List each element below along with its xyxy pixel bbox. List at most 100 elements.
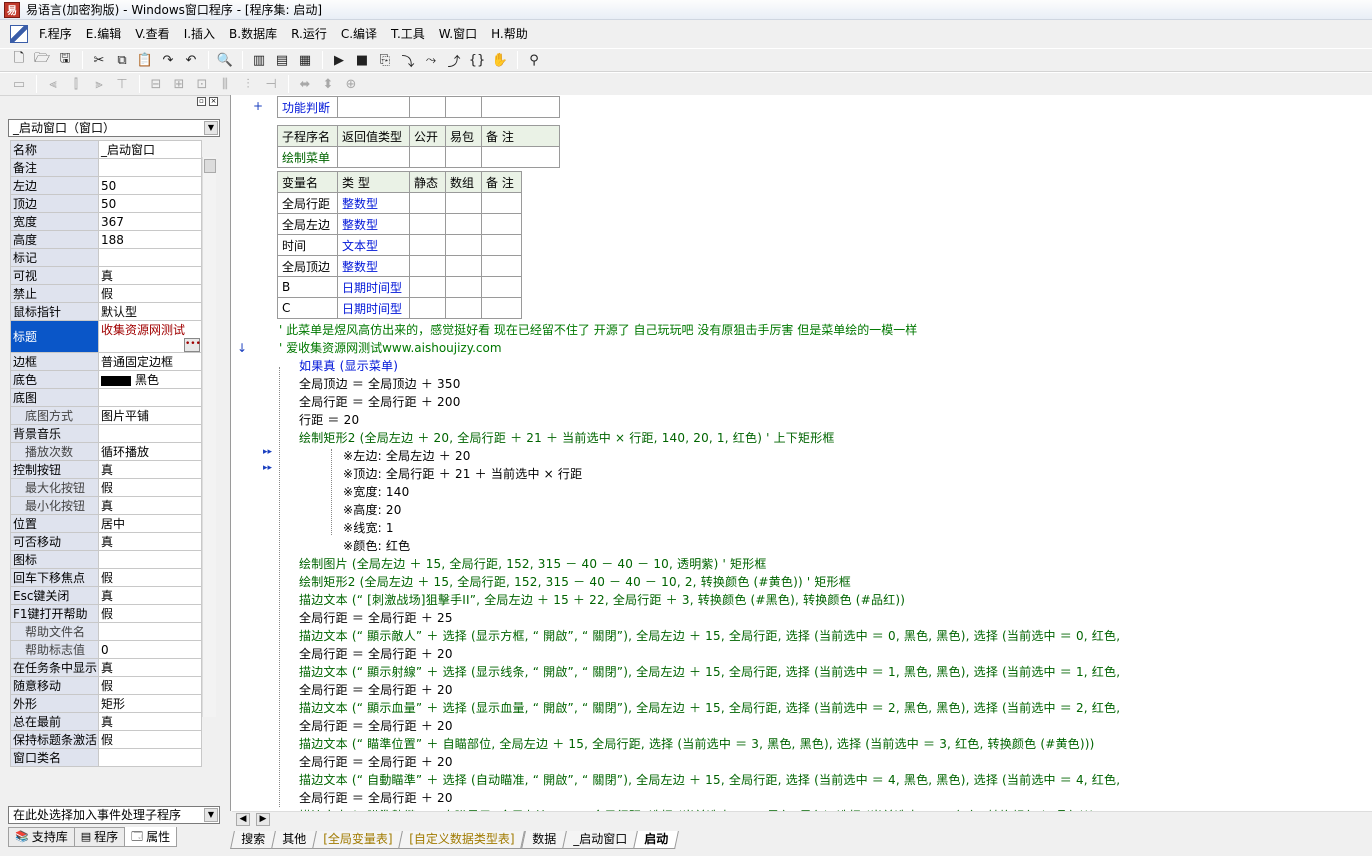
property-row[interactable]: 边框 普通固定边框 [10,352,203,371]
property-name[interactable]: 底图方式 [10,406,99,425]
table-cell[interactable] [481,255,522,277]
property-row[interactable]: 鼠标指针 默认型 [10,302,203,321]
property-value[interactable] [97,748,203,767]
property-value[interactable]: 普通固定边框 [97,352,203,371]
property-value[interactable]: 真 [97,658,203,677]
table-cell[interactable] [481,146,560,168]
property-name[interactable]: 位置 [10,514,99,533]
ellipsis-button[interactable]: ••• [184,338,200,352]
table-cell[interactable] [445,234,482,256]
scroll-right-icon[interactable]: ▶ [256,813,270,826]
table-cell[interactable] [409,234,446,256]
property-row[interactable]: 控制按钮真 [10,460,203,479]
undo-icon[interactable]: ↶ [180,50,202,70]
table-cell[interactable] [481,234,522,256]
property-row[interactable]: 宽度 367 [10,212,203,231]
align-grid-icon[interactable]: ▭ [8,74,30,94]
property-name[interactable]: 总在最前 [10,712,99,731]
code-line[interactable]: 描边文本 (“ 瞄準位置” ＋ 自瞄部位, 全局左边 ＋ 15, 全局行距, 选… [299,735,1095,752]
property-name[interactable]: 顶边 [10,194,99,213]
property-name[interactable]: 外形 [10,694,99,713]
close-icon[interactable]: × [209,97,218,106]
align-top-icon[interactable]: ⊤ [111,74,133,94]
property-value[interactable] [97,622,203,641]
table-cell[interactable] [445,276,482,298]
step-out-icon[interactable]: ⤴ [443,50,465,70]
property-value[interactable]: 真 [97,266,203,285]
space-horizontal-icon[interactable]: ⫼ [214,74,236,94]
redo-icon[interactable]: ↷ [157,50,179,70]
code-line[interactable]: 描边文本 (“ 顯示射線” ＋ 选择 (显示线条, “ 開啟”, “ 關閉”),… [299,663,1120,680]
property-row[interactable]: 高度 188 [10,230,203,249]
open-folder-icon[interactable]: 🗁 [31,50,53,70]
binoculars-icon[interactable]: ⚲ [523,50,545,70]
menu-run[interactable]: R.运行 [284,23,334,45]
center-in-window-h-icon[interactable]: ⬌ [294,74,316,94]
table-cell[interactable] [445,213,482,235]
tab-properties[interactable]: 🗔 属性 [124,827,178,847]
event-select[interactable]: 在此处选择加入事件处理子程序 ▼ [8,806,220,824]
property-row[interactable]: 可视真 [10,266,203,285]
property-row[interactable]: 图标 [10,550,203,569]
property-value[interactable]: 真 [97,496,203,515]
stop-icon[interactable]: ■ [351,50,373,70]
menu-window[interactable]: W.窗口 [432,23,484,45]
table-cell[interactable] [481,213,522,235]
property-name[interactable]: 高度 [10,230,99,249]
property-value[interactable]: 0 [97,640,203,659]
menu-compile[interactable]: C.编译 [334,23,384,45]
chevron-down-icon[interactable]: ▼ [204,808,218,822]
code-line[interactable]: 绘制矩形2 (全局左边 ＋ 20, 全局行距 ＋ 21 ＋ 当前选中 × 行距,… [299,429,835,446]
code-line[interactable]: ※颜色: 红色 [343,537,410,554]
document-tab[interactable]: 数据 [520,831,567,849]
code-line[interactable]: 描边文本 (“ 顯示敵人” ＋ 选择 (显示方框, “ 開啟”, “ 關閉”),… [299,627,1120,644]
menu-insert[interactable]: I.插入 [177,23,222,45]
code-line[interactable]: 全局行距 ＝ 全局行距 ＋ 20 [299,681,453,698]
code-line[interactable]: 描边文本 (“ 自動瞄準” ＋ 选择 (自动瞄准, “ 開啟”, “ 關閉”),… [299,771,1120,788]
breakpoint-marker-icon[interactable]: ▸▸ [263,463,272,473]
property-value[interactable]: 367 [97,212,203,231]
property-scrollbar[interactable] [202,157,216,717]
property-row[interactable]: 备注 [10,158,203,177]
property-name[interactable]: 宽度 [10,212,99,231]
property-name[interactable]: 窗口类名 [10,748,99,767]
property-row[interactable]: 背景音乐 [10,424,203,443]
property-row[interactable]: 保持标题条激活假 [10,730,203,749]
align-left-icon[interactable]: ⫷ [42,74,64,94]
code-line[interactable]: 全局行距 ＝ 全局行距 ＋ 200 [299,393,461,410]
align-right-icon[interactable]: ⫸ [88,74,110,94]
code-line[interactable]: 全局行距 ＝ 全局行距 ＋ 20 [299,789,453,806]
code-line[interactable]: 如果真 (显示菜单) [299,357,398,374]
table-cell[interactable]: 时间 [277,234,338,256]
code-line[interactable]: ※宽度: 140 [343,483,409,500]
table-cell[interactable] [481,96,560,118]
property-row[interactable]: 左边 50 [10,176,203,195]
property-row[interactable]: 禁止假 [10,284,203,303]
code-line[interactable]: 全局顶边 ＝ 全局顶边 ＋ 350 [299,375,461,392]
property-value[interactable] [97,550,203,569]
same-width-icon[interactable]: ⊟ [145,74,167,94]
step-into-icon[interactable]: ⤵ [397,50,419,70]
property-row[interactable]: 底图 [10,388,203,407]
property-row[interactable]: 随意移动假 [10,676,203,695]
table-cell[interactable] [337,96,410,118]
copy-icon[interactable]: ⧉ [111,50,133,70]
property-row[interactable]: 底色 黑色 [10,370,203,389]
table-cell[interactable]: 全局顶边 [277,255,338,277]
code-line[interactable]: ※顶边: 全局行距 ＋ 21 ＋ 当前选中 × 行距 [343,465,582,482]
property-value[interactable]: 假 [97,478,203,497]
code-comment[interactable]: ' 爱收集资源网测试www.aishoujizy.com [279,339,502,356]
layout-grid-icon[interactable]: ▦ [294,50,316,70]
scroll-left-icon[interactable]: ◀ [236,813,250,826]
property-row[interactable]: 标记 [10,248,203,267]
table-cell[interactable]: 整数型 [337,213,410,235]
table-cell[interactable] [337,146,410,168]
property-name[interactable]: 控制按钮 [10,460,99,479]
property-value[interactable]: 50 [97,194,203,213]
chevron-down-icon[interactable]: ▼ [204,121,218,135]
property-name[interactable]: 标记 [10,248,99,267]
step-over-icon[interactable]: ⤳ [420,50,442,70]
property-row[interactable]: 在任务条中显示真 [10,658,203,677]
code-line[interactable]: ※线宽: 1 [343,519,394,536]
property-name[interactable]: Esc键关闭 [10,586,99,605]
